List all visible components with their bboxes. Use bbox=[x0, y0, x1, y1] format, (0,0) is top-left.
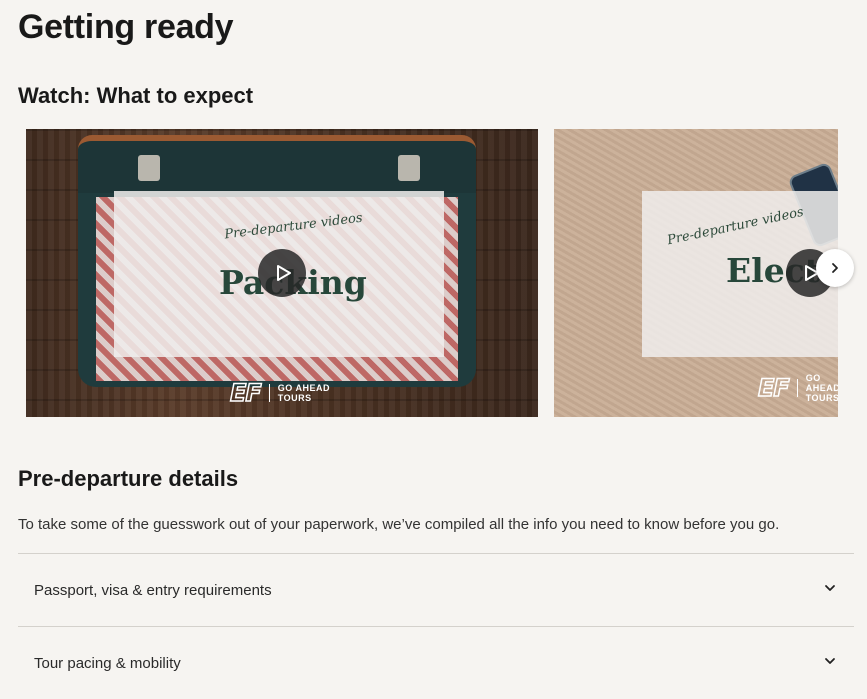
chevron-down-icon bbox=[825, 658, 835, 664]
brand-line: TOURS bbox=[277, 393, 312, 403]
details-intro: To take some of the guesswork out of you… bbox=[18, 516, 780, 533]
play-button[interactable] bbox=[258, 249, 306, 297]
video-carousel: Pre-departure videos Packing EF GO AHEAD… bbox=[26, 129, 838, 417]
brand-logo: EF GO AHEAD TOURS bbox=[229, 379, 330, 407]
clasp-image bbox=[138, 155, 160, 181]
brand-logo: EF GO AHEAD TOURS bbox=[757, 373, 838, 403]
brand-name: GO AHEAD TOURS bbox=[806, 373, 838, 403]
accordion-label: Passport, visa & entry requirements bbox=[34, 582, 272, 599]
clasp-image bbox=[398, 155, 420, 181]
brand-line: GO AHEAD bbox=[805, 373, 838, 393]
brand-divider bbox=[268, 384, 270, 402]
brand-line: GO AHEAD bbox=[277, 383, 330, 393]
brand-divider bbox=[796, 379, 798, 397]
video-card-electronics[interactable]: Pre-departure videos Electr EF GO AHEAD … bbox=[554, 129, 838, 417]
accordion-label: Tour pacing & mobility bbox=[34, 655, 181, 672]
page-title: Getting ready bbox=[18, 8, 234, 46]
carousel-next-button[interactable] bbox=[816, 249, 854, 287]
chevron-right-icon bbox=[832, 263, 838, 273]
play-icon bbox=[276, 265, 291, 281]
accordion-item-pacing[interactable]: Tour pacing & mobility bbox=[18, 626, 854, 699]
brand-name: GO AHEAD TOURS bbox=[278, 383, 330, 403]
accordion-item-passport[interactable]: Passport, visa & entry requirements bbox=[18, 553, 854, 626]
ef-logo: EF bbox=[757, 374, 790, 402]
brand-line: TOURS bbox=[805, 393, 838, 403]
video-caption: Pre-departure videos bbox=[665, 204, 806, 249]
ef-logo: EF bbox=[229, 379, 262, 407]
video-card-packing[interactable]: Pre-departure videos Packing EF GO AHEAD… bbox=[26, 129, 538, 417]
details-heading: Pre-departure details bbox=[18, 466, 239, 491]
chevron-down-icon bbox=[825, 585, 835, 591]
video-caption: Pre-departure videos bbox=[223, 210, 364, 243]
details-accordion: Passport, visa & entry requirements Tour… bbox=[18, 553, 854, 699]
videos-heading: Watch: What to expect bbox=[18, 83, 254, 108]
suitcase-lid-image bbox=[78, 135, 476, 199]
